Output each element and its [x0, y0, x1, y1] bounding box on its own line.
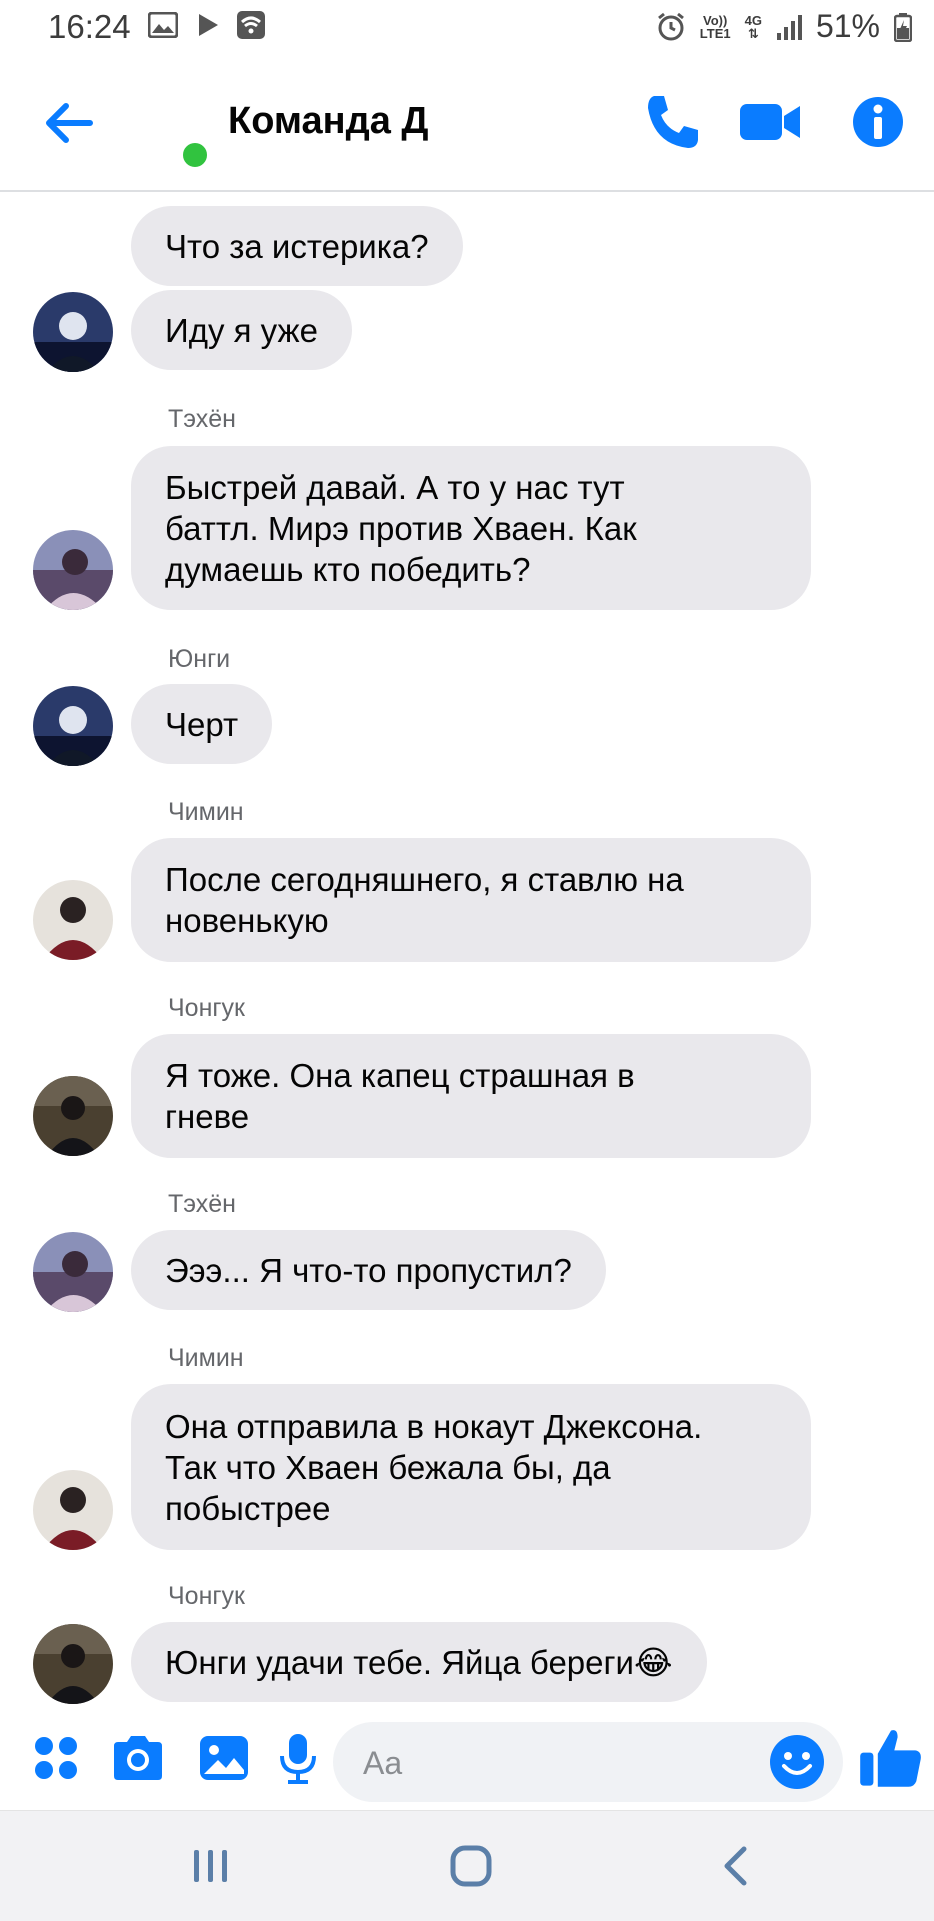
message-bubble[interactable]: После сегодняшнего, я ставлю на новеньку… — [131, 838, 811, 962]
alarm-icon — [657, 12, 684, 40]
status-time: 16:24 — [48, 8, 131, 45]
message-bubble[interactable]: Эээ... Я что-то пропустил? — [131, 1230, 606, 1310]
chat-title[interactable]: Команда Д — [228, 100, 428, 143]
thumbs-up-icon[interactable] — [858, 1724, 924, 1790]
volte-indicator: Vo)) LTE1 — [699, 12, 731, 41]
avatar[interactable] — [33, 1470, 113, 1550]
avatar[interactable] — [33, 292, 113, 372]
message-bubble[interactable]: Черт — [131, 684, 273, 764]
net-type: 4G ⇅ — [744, 12, 762, 41]
message-bubble[interactable]: Иду я уже — [131, 290, 352, 370]
message-input-container — [333, 1722, 843, 1804]
message-bubble[interactable]: Что за истерика? — [131, 206, 463, 286]
back-arrow-icon[interactable] — [40, 98, 100, 148]
chat-header: Команда Д — [0, 60, 934, 192]
sender-name: Чимин — [168, 1344, 244, 1372]
recent-apps-icon[interactable] — [186, 1841, 236, 1891]
status-bar: 16:24 Vo)) LTE1 4G ⇅ 51% — [0, 0, 934, 60]
sender-name: Чонгук — [168, 994, 245, 1022]
four-dots-menu-icon[interactable] — [28, 1730, 84, 1786]
system-nav-bar — [0, 1810, 934, 1921]
message-bubble[interactable]: Я тоже. Она капец страшная в гневе — [131, 1034, 811, 1158]
play-notification-icon — [199, 14, 218, 36]
sender-name: Тэхён — [168, 405, 236, 433]
microphone-icon[interactable] — [270, 1730, 326, 1786]
avatar[interactable] — [33, 686, 113, 766]
sender-name: Чимин — [168, 798, 244, 826]
sender-name: Юнги — [168, 645, 231, 673]
video-camera-icon[interactable] — [738, 90, 802, 154]
message-input[interactable] — [361, 1722, 745, 1804]
camera-icon[interactable] — [110, 1730, 166, 1786]
message-bubble[interactable]: Юнги удачи тебе. Яйца береги😂 — [131, 1622, 707, 1702]
avatar[interactable] — [33, 880, 113, 960]
gallery-notification-icon — [148, 12, 178, 38]
message-composer — [0, 1708, 934, 1808]
phone-icon[interactable] — [640, 90, 704, 154]
info-icon[interactable] — [846, 90, 910, 154]
avatar[interactable] — [33, 1232, 113, 1312]
message-bubble[interactable]: Быстрей давай. А то у нас тут баттл. Мир… — [131, 446, 811, 610]
signal-icon — [776, 14, 802, 40]
image-gallery-icon[interactable] — [196, 1730, 252, 1786]
avatar[interactable] — [33, 530, 113, 610]
battery-charging-icon — [894, 12, 912, 42]
back-nav-icon[interactable] — [712, 1841, 762, 1891]
message-list[interactable]: Что за истерика? Иду я уже Тэхён Быстрей… — [0, 192, 934, 1707]
message-bubble[interactable]: Она отправила в нокаут Джексона. Так что… — [131, 1384, 811, 1550]
wifi-call-icon — [237, 11, 265, 39]
avatar[interactable] — [33, 1076, 113, 1156]
home-icon[interactable] — [446, 1841, 496, 1891]
sender-name: Чонгук — [168, 1582, 245, 1610]
status-indicators: Vo)) LTE1 4G ⇅ 51% — [656, 8, 912, 45]
battery-percent: 51% — [815, 8, 880, 44]
smiley-icon[interactable] — [769, 1734, 825, 1790]
online-status-dot — [180, 140, 210, 170]
sender-name: Тэхён — [168, 1190, 236, 1218]
avatar[interactable] — [33, 1624, 113, 1704]
